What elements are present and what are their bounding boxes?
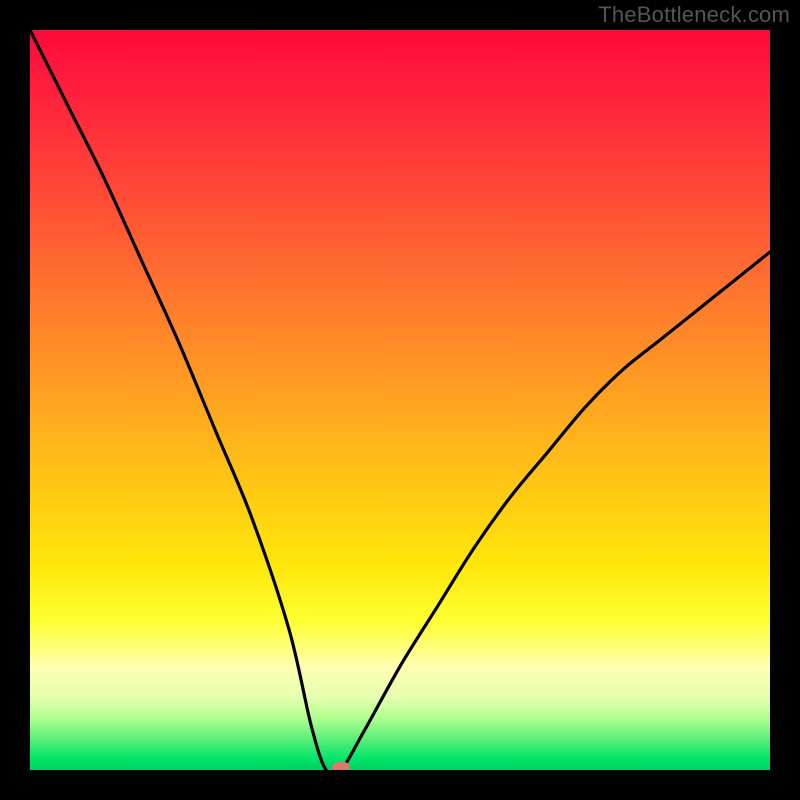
watermark-text: TheBottleneck.com — [598, 2, 790, 28]
curve-path — [30, 30, 770, 770]
chart-frame: TheBottleneck.com — [0, 0, 800, 800]
plot-area — [30, 30, 770, 770]
optimal-point-marker — [332, 762, 350, 770]
bottleneck-curve — [30, 30, 770, 770]
